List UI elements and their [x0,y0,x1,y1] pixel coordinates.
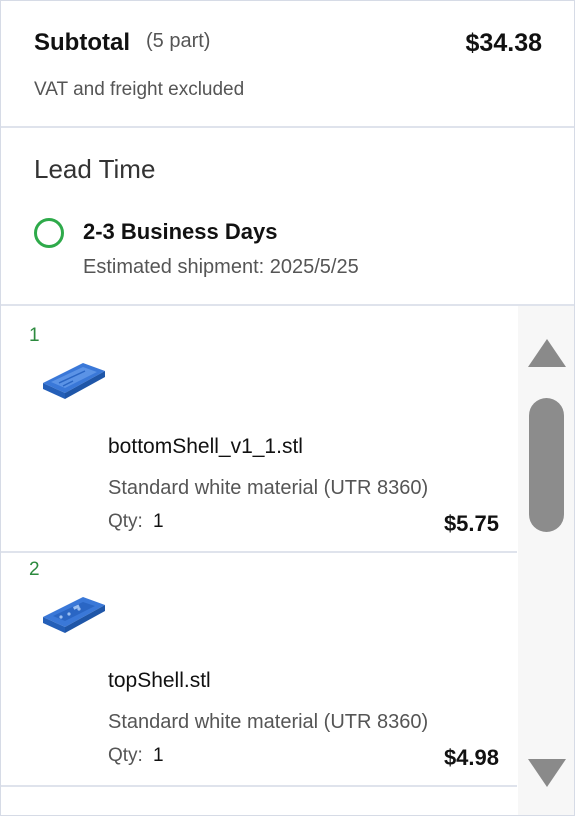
part-index: 1 [29,325,40,346]
part-material: Standard white material (UTR 8360) [108,477,429,499]
scrollbar-track[interactable] [518,306,574,815]
part-qty-label: Qty: [108,511,143,532]
part-material: Standard white material (UTR 8360) [108,711,429,733]
parts-list: 1 bottomShell_v1_1.stl Standard white ma… [1,319,517,815]
scrollbar-thumb[interactable] [529,398,564,532]
part-row[interactable]: 1 bottomShell_v1_1.stl Standard white ma… [1,319,517,553]
order-summary-panel: Subtotal (5 part) $34.38 VAT and freight… [0,0,575,816]
part-price: $4.98 [443,745,499,770]
triangle-down-icon[interactable] [528,759,566,787]
part-row[interactable]: 2 topShell.stl Standard white material (… [1,553,517,787]
lead-time-title: Lead Time [34,154,156,184]
part-price: $5.75 [443,511,499,536]
part-qty-value: 1 [153,511,164,532]
part-index: 2 [29,559,40,580]
part-file-name[interactable]: bottomShell_v1_1.stl [108,435,303,459]
part-file-name[interactable]: topShell.stl [108,669,211,693]
part-qty-label: Qty: [108,745,143,766]
3d-model-thumbnail-icon [43,363,105,399]
subtotal-note: VAT and freight excluded [34,79,245,100]
subtotal-part-count: (5 part) [146,30,211,52]
subtotal-amount: $34.38 [465,29,542,57]
lead-time-section: Lead Time 2-3 Business Days Estimated sh… [1,128,574,306]
lead-time-option-label[interactable]: 2-3 Business Days [83,219,277,245]
lead-time-radio-icon[interactable] [34,218,64,248]
part-qty-value: 1 [153,745,164,766]
subtotal-title: Subtotal [34,29,130,56]
3d-model-thumbnail-icon [43,597,105,633]
triangle-up-icon[interactable] [528,339,566,367]
subtotal-section: Subtotal (5 part) $34.38 VAT and freight… [1,1,574,128]
estimated-shipment-text: Estimated shipment: 2025/5/25 [83,256,359,278]
